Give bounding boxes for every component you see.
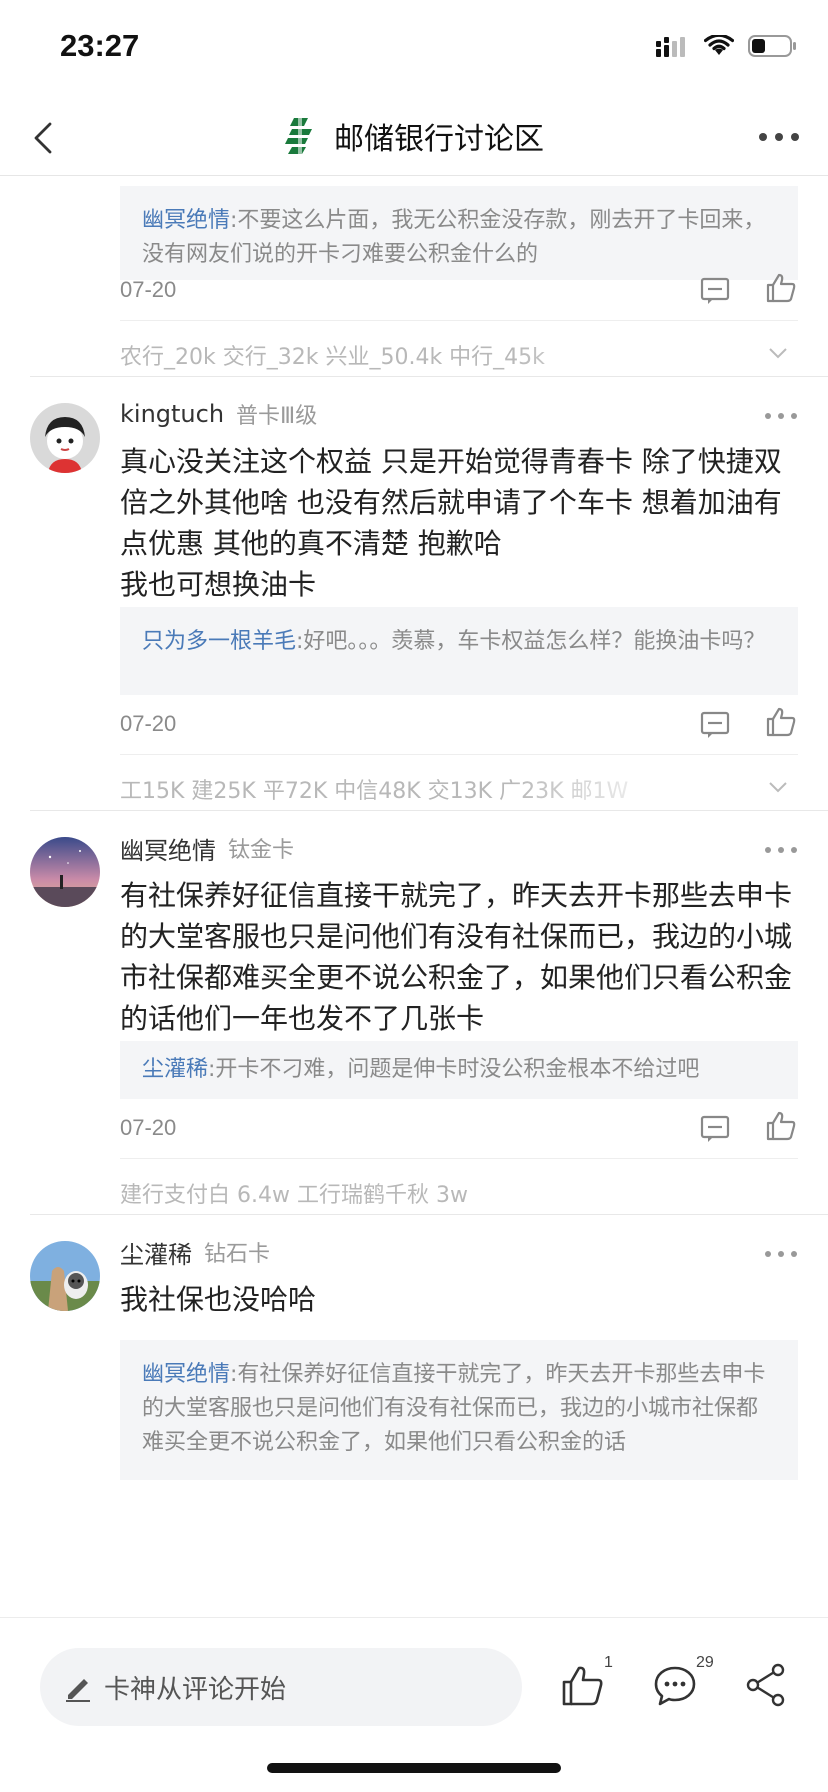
status-icons xyxy=(656,34,798,58)
divider xyxy=(30,376,828,377)
quoted-reply[interactable]: 只为多一根羊毛:好吧。。。羡慕，车卡权益怎么样？能换油卡吗？ xyxy=(120,607,798,695)
status-time: 23:27 xyxy=(60,28,140,63)
chevron-down-icon[interactable] xyxy=(766,341,790,365)
post-body-text: 我也可想换油卡 xyxy=(120,568,317,601)
post-more-icon[interactable] xyxy=(764,411,798,421)
user-row: kingtuch 普卡Ⅲ级 xyxy=(120,397,798,431)
quoted-reply[interactable]: 幽冥绝情:不要这么片面，我无公积金没存款，刚去开了卡回来，没有网友们说的开卡刁难… xyxy=(120,186,798,280)
post-body-text: 真心没关注这个权益 只是开始觉得青春卡 除了快捷双倍之外其他啥 也没有然后就申请… xyxy=(120,445,782,560)
comment-count: 29 xyxy=(696,1654,714,1671)
post-body: 有社保养好征信直接干就完了，昨天去开卡那些去申卡的大堂客服也只是问他们有没有社保… xyxy=(120,879,793,1035)
more-options-icon[interactable] xyxy=(756,122,802,152)
divider xyxy=(30,810,828,811)
comment-placeholder: 卡神从评论开始 xyxy=(104,1674,287,1705)
like-icon[interactable] xyxy=(764,271,798,305)
home-indicator[interactable] xyxy=(267,1763,561,1773)
nav-title-group: 邮储银行讨论区 xyxy=(0,114,828,158)
quoted-reply[interactable]: 幽冥绝情:有社保养好征信直接干就完了，昨天去开卡那些去申卡的大堂客服也只是问他们… xyxy=(120,1340,798,1480)
username[interactable]: 幽冥绝情 xyxy=(120,831,216,866)
user-level-badge: 普卡Ⅲ级 xyxy=(236,404,318,429)
post-meta: 07-20 xyxy=(120,707,798,747)
nav-bar: 邮储银行讨论区 xyxy=(0,100,828,176)
comment-icon[interactable] xyxy=(652,1662,698,1708)
like-icon[interactable] xyxy=(764,705,798,739)
user-signature: 农行_20k 交行_32k 兴业_50.4k 中行_45k xyxy=(120,320,798,382)
user-signature: 建行支付白 6.4w 工行瑞鹤千秋 3w xyxy=(120,1158,798,1220)
share-icon[interactable] xyxy=(744,1662,788,1708)
post-body: 我社保也没哈哈 xyxy=(120,1283,317,1316)
chevron-down-icon[interactable] xyxy=(766,775,790,799)
user-signature: 工15K 建25K 平72K 中信48K 交13K 广23K 邮1W xyxy=(120,754,798,816)
reply-icon[interactable] xyxy=(698,707,732,741)
user-avatar-icon xyxy=(30,1241,100,1311)
quoted-username[interactable]: 尘灌稀 xyxy=(142,1057,208,1082)
like-post-icon[interactable] xyxy=(560,1662,606,1708)
quoted-reply[interactable]: 尘灌稀:开卡不刁难，问题是伸卡时没公积金根本不给过吧 xyxy=(120,1041,798,1099)
quoted-text: :有社保养好征信直接干就完了，昨天去开卡那些去申卡的大堂客服也只是问他们有没有社… xyxy=(142,1362,766,1455)
user-row: 幽冥绝情 钛金卡 xyxy=(120,831,798,865)
post-more-icon[interactable] xyxy=(764,845,798,855)
status-bar: 23:27 xyxy=(0,0,828,100)
user-level-badge: 钻石卡 xyxy=(204,1242,271,1267)
avatar[interactable] xyxy=(30,837,100,907)
username[interactable]: kingtuch xyxy=(120,400,224,428)
user-level-badge: 钛金卡 xyxy=(228,838,295,863)
quoted-text: :好吧。。。羡慕，车卡权益怎么样？能换油卡吗？ xyxy=(296,629,766,654)
reply-icon[interactable] xyxy=(698,273,732,307)
reply-icon[interactable] xyxy=(698,1111,732,1145)
username[interactable]: 尘灌稀 xyxy=(120,1235,192,1270)
signature-text: 工15K 建25K 平72K 中信48K 交13K 广23K 邮1W xyxy=(120,779,629,804)
post-more-icon[interactable] xyxy=(764,1249,798,1259)
avatar[interactable] xyxy=(30,403,100,473)
post-meta: 07-20 xyxy=(120,273,798,313)
cellular-signal-icon xyxy=(656,37,685,57)
edit-pencil-icon xyxy=(66,1679,90,1702)
divider xyxy=(30,1214,828,1215)
user-row: 尘灌稀 钻石卡 xyxy=(120,1235,798,1269)
comment-list[interactable]: 幽冥绝情:不要这么片面，我无公积金没存款，刚去开了卡回来，没有网友们说的开卡刁难… xyxy=(0,177,828,1617)
quoted-text: :不要这么片面，我无公积金没存款，刚去开了卡回来，没有网友们说的开卡刁难要公积金… xyxy=(142,208,766,267)
postal-bank-logo-icon xyxy=(285,118,312,154)
signature-text: 建行支付白 6.4w 工行瑞鹤千秋 3w xyxy=(120,1183,468,1208)
quoted-username[interactable]: 幽冥绝情 xyxy=(142,1362,230,1387)
quoted-text: :开卡不刁难，问题是伸卡时没公积金根本不给过吧 xyxy=(208,1057,700,1082)
quoted-username[interactable]: 只为多一根羊毛 xyxy=(142,629,296,654)
avatar[interactable] xyxy=(30,1241,100,1311)
user-avatar-icon xyxy=(30,403,100,473)
battery-icon xyxy=(748,35,796,57)
comment-input[interactable]: 卡神从评论开始 xyxy=(40,1648,522,1726)
signature-text: 农行_20k 交行_32k 兴业_50.4k 中行_45k xyxy=(120,345,545,370)
bottom-action-bar: 卡神从评论开始 1 29 xyxy=(0,1617,828,1792)
user-avatar-icon xyxy=(30,837,100,907)
post-date: 07-20 xyxy=(120,711,177,736)
post-body: 真心没关注这个权益 只是开始觉得青春卡 除了快捷双倍之外其他啥 也没有然后就申请… xyxy=(120,441,800,605)
post-date: 07-20 xyxy=(120,1115,177,1140)
quoted-username[interactable]: 幽冥绝情 xyxy=(142,208,230,233)
wifi-icon xyxy=(704,35,734,55)
post-date: 07-20 xyxy=(120,277,177,302)
like-icon[interactable] xyxy=(764,1109,798,1143)
post-meta: 07-20 xyxy=(120,1111,798,1151)
page-title: 邮储银行讨论区 xyxy=(334,122,544,157)
like-count: 1 xyxy=(604,1654,613,1671)
